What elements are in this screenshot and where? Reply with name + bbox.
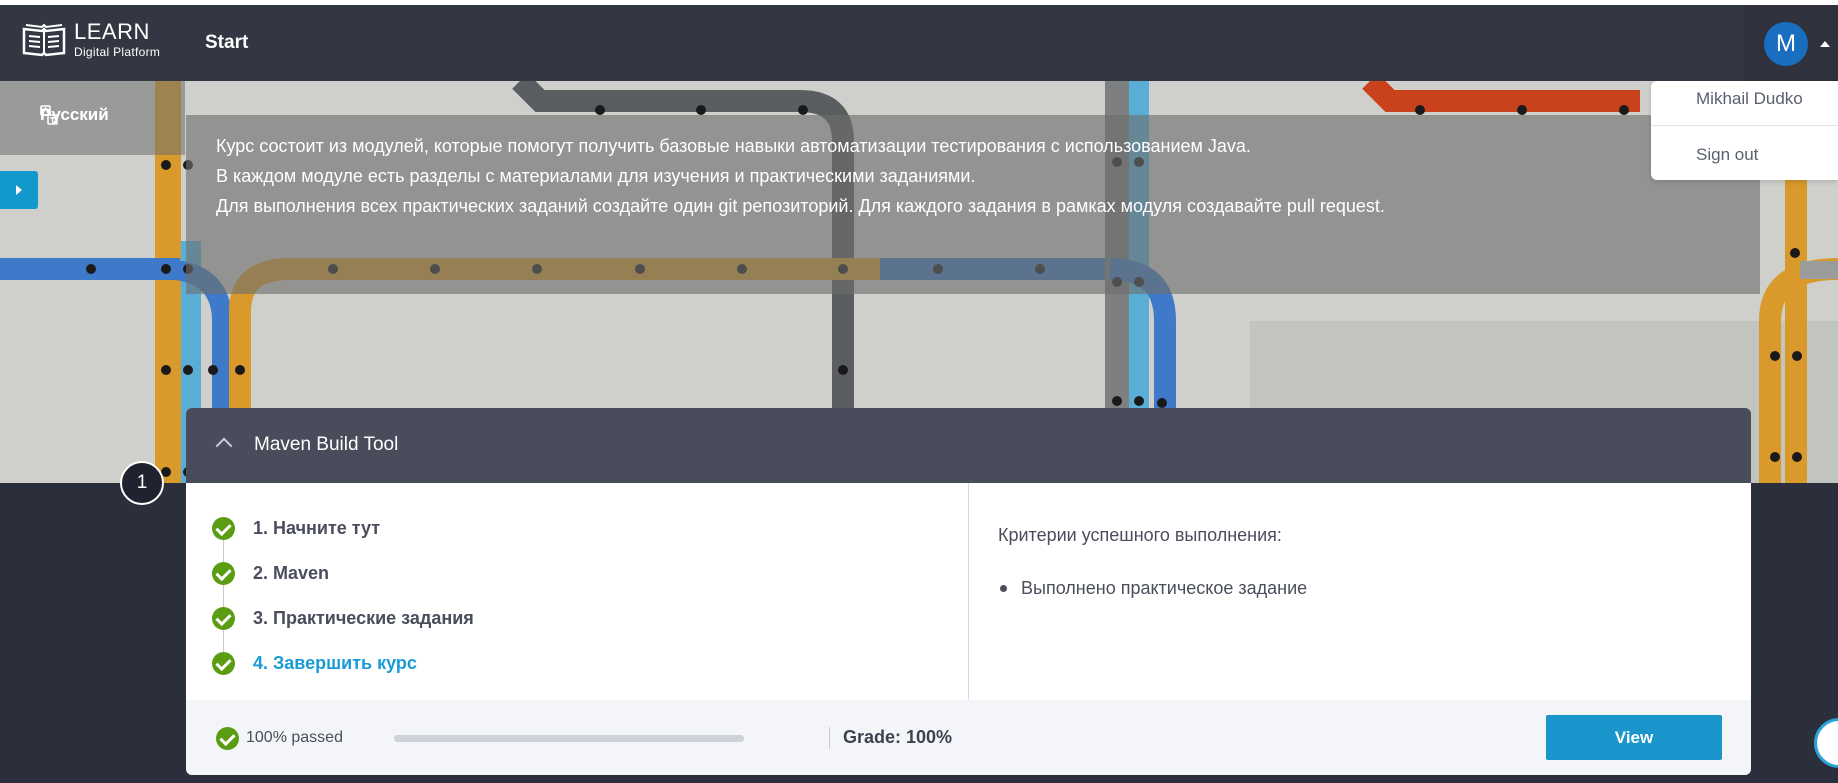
- criteria-item: Выполнено практическое задание: [1000, 578, 1307, 599]
- chevron-up-icon[interactable]: [215, 437, 233, 455]
- step-item-active[interactable]: 4. Завершить курс: [212, 652, 417, 675]
- sign-out-link[interactable]: Sign out: [1696, 145, 1758, 165]
- logo-title: LEARN: [74, 19, 150, 44]
- step-connector: [223, 630, 224, 652]
- language-bar: Русский: [0, 81, 185, 155]
- step-label: 4. Завершить курс: [253, 653, 417, 673]
- nav-start-link[interactable]: Start: [205, 32, 248, 54]
- module-body: 1. Начните тут 2. Maven 3. Практические …: [186, 483, 1751, 700]
- step-item[interactable]: 3. Практические задания: [212, 607, 474, 630]
- step-label: 2. Maven: [253, 563, 330, 583]
- user-name[interactable]: Mikhail Dudko: [1696, 89, 1803, 109]
- module-header[interactable]: Maven Build Tool: [186, 408, 1751, 483]
- chat-widget-button[interactable]: [1814, 718, 1838, 768]
- divider: [968, 483, 969, 700]
- module-footer: 100% passed Grade: 100% View: [186, 700, 1751, 775]
- step-connector: [223, 540, 224, 562]
- caret-up-icon: [1820, 41, 1830, 47]
- avatar[interactable]: M: [1764, 22, 1808, 66]
- divider: [829, 727, 830, 749]
- check-circle-icon: [212, 562, 235, 585]
- check-circle-icon: [212, 607, 235, 630]
- description-line: В каждом модуле есть разделы с материала…: [216, 166, 976, 186]
- divider: [1651, 125, 1838, 126]
- logo[interactable]: LEARN Digital Platform: [22, 20, 160, 60]
- step-connector: [223, 585, 224, 607]
- check-circle-icon: [212, 652, 235, 675]
- progress-bar: [394, 735, 744, 742]
- passed-status: 100% passed: [246, 729, 343, 746]
- check-circle-icon: [212, 517, 235, 540]
- book-icon: [22, 23, 66, 57]
- module-number: 1: [120, 461, 164, 505]
- language-selector[interactable]: Русский: [40, 105, 109, 125]
- step-label: 3. Практические задания: [253, 608, 474, 628]
- step-label: 1. Начните тут: [253, 518, 381, 538]
- step-item[interactable]: 1. Начните тут: [212, 517, 380, 540]
- step-item[interactable]: 2. Maven: [212, 562, 329, 585]
- criteria-title: Критерии успешного выполнения:: [998, 525, 1282, 545]
- user-menu-toggle[interactable]: M: [1744, 5, 1838, 81]
- course-description: Курс состоит из модулей, которые помогут…: [186, 115, 1760, 294]
- module-title: Maven Build Tool: [254, 434, 399, 455]
- sidebar-toggle-button[interactable]: [0, 171, 38, 209]
- grade-label: Grade: 100%: [843, 727, 953, 747]
- criteria-text: Выполнено практическое задание: [1021, 578, 1308, 598]
- top-bar: LEARN Digital Platform Start M: [0, 0, 1838, 81]
- progress-fill: [394, 735, 744, 742]
- check-circle-icon: [216, 727, 239, 750]
- logo-subtitle: Digital Platform: [74, 45, 161, 59]
- translate-icon: [40, 105, 58, 125]
- user-dropdown: Mikhail Dudko Sign out: [1651, 81, 1838, 180]
- bullet-icon: [1000, 585, 1007, 592]
- description-line: Для выполнения всех практических заданий…: [216, 196, 1385, 216]
- view-button[interactable]: View: [1546, 715, 1722, 760]
- description-line: Курс состоит из модулей, которые помогут…: [216, 136, 1251, 156]
